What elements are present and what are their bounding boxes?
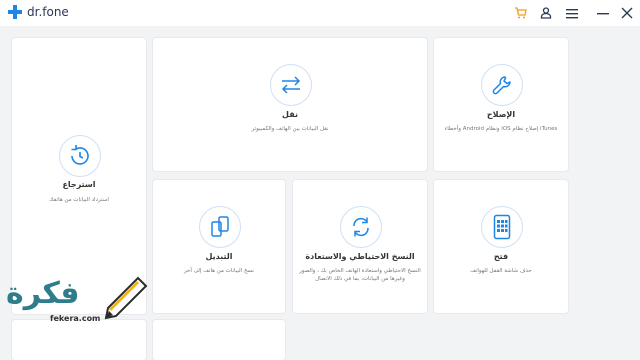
phone-grid-icon	[481, 206, 523, 248]
user-icon[interactable]	[538, 5, 554, 21]
repair-title: الإصلاح	[486, 110, 516, 119]
unlock-title: فتح	[493, 252, 509, 261]
app-logo: dr.fone	[8, 5, 69, 19]
wrench-icon	[481, 64, 523, 106]
switch-desc: نسخ البيانات من هاتف إلى آخر	[184, 268, 254, 274]
restore-title: استرجاع	[62, 180, 96, 189]
switch-card[interactable]: التبديل نسخ البيانات من هاتف إلى آخر	[153, 180, 285, 313]
restore-desc: استرداد البيانات من هاتفك	[49, 197, 109, 203]
sync-icon	[340, 206, 382, 248]
restore-card[interactable]: استرجاع استرداد البيانات من هاتفك	[12, 38, 146, 314]
restore-icon	[59, 135, 101, 177]
transfer-card[interactable]: نقل نقل البيانات بين الهاتف والكمبيوتر	[153, 38, 427, 171]
menu-icon[interactable]	[564, 5, 580, 21]
transfer-desc: نقل البيانات بين الهاتف والكمبيوتر	[251, 126, 329, 132]
title-bar: dr.fone	[0, 0, 640, 26]
close-icon[interactable]	[619, 5, 635, 21]
backup-card[interactable]: النسخ الاحتياطي والاستعادة النسخ الاحتيا…	[293, 180, 427, 313]
switch-phones-icon	[199, 206, 241, 248]
transfer-icon	[270, 64, 312, 106]
app-name: dr.fone	[27, 5, 69, 19]
repair-card[interactable]: الإصلاح وأخطاء Android ونظام iOS إصلاح ن…	[434, 38, 568, 171]
minimize-icon[interactable]	[595, 5, 611, 21]
watermark-text: فكرة	[6, 276, 80, 311]
watermark-url: fekera.com	[50, 314, 101, 323]
switch-title: التبديل	[205, 252, 233, 261]
watermark-logo: فكرة fekera.com	[0, 276, 150, 326]
backup-title: النسخ الاحتياطي والاستعادة	[305, 252, 415, 261]
repair-desc: وأخطاء Android ونظام iOS إصلاح نظام iTun…	[444, 126, 558, 132]
plus-logo-icon	[8, 5, 22, 19]
unlock-desc: حذف شاشة القفل للهواتف	[470, 268, 532, 274]
backup-desc: النسخ الاحتياطي واستعادة الهاتف الخاص بك…	[299, 268, 421, 282]
cart-icon[interactable]	[512, 5, 528, 21]
transfer-title: نقل	[282, 110, 298, 119]
unlock-card[interactable]: فتح حذف شاشة القفل للهواتف	[434, 180, 568, 313]
bottom-card-middle[interactable]	[153, 320, 285, 360]
